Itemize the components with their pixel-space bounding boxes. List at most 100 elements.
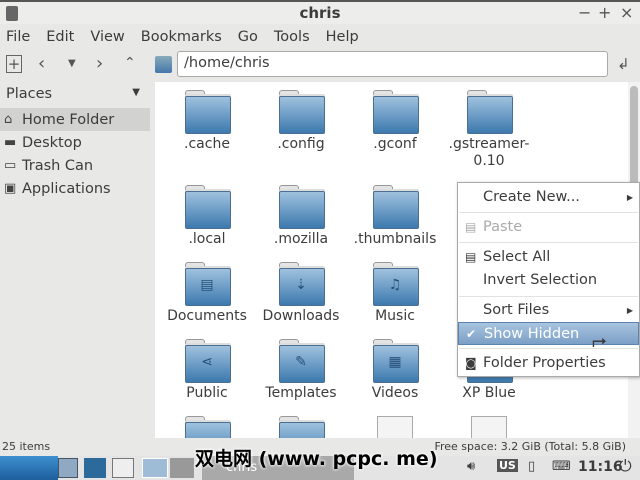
workspace-1[interactable] [142, 458, 168, 478]
menu-item-show-hidden[interactable]: ✔ Show Hidden [458, 322, 639, 345]
file-name: .cache [184, 136, 230, 152]
file-item[interactable]: .local [160, 185, 254, 248]
file-item[interactable] [254, 416, 348, 438]
select-all-icon: ▤ [465, 250, 477, 264]
sidebar-item-home[interactable]: ⌂ Home Folder [0, 108, 150, 131]
menu-tools[interactable]: Tools [274, 25, 310, 49]
file-item[interactable]: .mozilla [254, 185, 348, 248]
battery-icon[interactable]: ▯ [528, 459, 535, 474]
file-item[interactable]: .config [254, 90, 348, 153]
menu-item-sort-files[interactable]: Sort Files ▶ [458, 299, 639, 322]
sidebar-item-trash[interactable]: ▭ Trash Can [0, 154, 150, 177]
toolbar: + ‹ ▼ › ⌃ /home/chris ↲ [0, 49, 640, 80]
close-button[interactable]: × [620, 3, 633, 22]
file-name: .mozilla [273, 231, 329, 247]
new-tab-icon[interactable]: + [6, 55, 22, 73]
home-icon[interactable] [155, 56, 172, 73]
menu-separator [459, 212, 638, 213]
workspace-2[interactable] [170, 458, 194, 478]
file-item[interactable]: ⇣ Downloads [254, 262, 348, 325]
file-item[interactable]: .gconf [348, 90, 442, 153]
file-item[interactable] [442, 416, 536, 438]
back-icon[interactable]: ‹ [38, 53, 45, 74]
menu-bookmarks[interactable]: Bookmarks [141, 25, 222, 49]
menu-separator [459, 348, 638, 349]
keyboard-icon[interactable]: ⌨ [552, 459, 571, 474]
folder-icon: ✎ [279, 339, 325, 383]
menu-edit[interactable]: Edit [46, 25, 74, 49]
file-item[interactable] [348, 416, 442, 438]
file-item[interactable]: ♫ Music [348, 262, 442, 325]
sidebar-item-label: Trash Can [22, 157, 94, 174]
text-file-icon [471, 416, 507, 438]
file-item[interactable]: .thumbnails [348, 185, 442, 248]
menu-help[interactable]: Help [326, 25, 359, 49]
sidebar-item-label: Desktop [22, 134, 82, 151]
menu-item-label: Create New... [483, 189, 580, 205]
file-item[interactable]: .cache [160, 90, 254, 153]
file-item[interactable]: .gstreamer-0.10 [442, 90, 536, 170]
folder-icon: ⋖ [185, 339, 231, 383]
volume-icon[interactable]: 🔊︎ [467, 459, 475, 474]
start-menu-button[interactable] [0, 456, 58, 480]
scrollbar-thumb[interactable] [630, 86, 638, 186]
file-name: .local [188, 231, 226, 247]
menu-view[interactable]: View [90, 25, 124, 49]
window-launcher-icon[interactable] [112, 458, 134, 478]
watermark: 双电网 (www. pcpc. me) [195, 448, 438, 470]
folder-icon [373, 90, 419, 134]
maximize-button[interactable]: + [598, 3, 611, 22]
menu-item-select-all[interactable]: ▤ Select All [458, 246, 639, 269]
folder-icon [185, 90, 231, 134]
trash-icon: ▭ [4, 158, 17, 173]
history-dropdown-icon[interactable]: ▼ [68, 58, 76, 69]
forward-icon[interactable]: › [96, 53, 103, 74]
go-icon[interactable]: ↲ [617, 55, 630, 73]
applications-icon: ▣ [4, 181, 17, 196]
file-item[interactable] [160, 416, 254, 438]
browser-launcher-icon[interactable] [84, 458, 106, 478]
title-bar: chris − + × [0, 0, 640, 24]
file-item[interactable]: ✎ Templates [254, 339, 348, 402]
up-icon[interactable]: ⌃ [124, 55, 136, 71]
sidebar-item-applications[interactable]: ▣ Applications [0, 177, 150, 200]
path-input[interactable]: /home/chris [177, 51, 608, 77]
menu-item-invert-selection[interactable]: Invert Selection [458, 269, 639, 292]
minimize-button[interactable]: − [578, 3, 591, 22]
sidebar-item-label: Applications [22, 180, 111, 197]
paste-icon: ▤ [465, 220, 477, 234]
places-header[interactable]: Places ▼ [0, 82, 150, 108]
places-label: Places [6, 86, 53, 102]
file-item[interactable]: ▦ Videos [348, 339, 442, 402]
menu-go[interactable]: Go [238, 25, 258, 49]
menu-file[interactable]: File [6, 25, 30, 49]
file-item[interactable]: ⋖ Public [160, 339, 254, 402]
file-item[interactable]: ▤ Documents [160, 262, 254, 325]
menu-item-folder-properties[interactable]: ◙ Folder Properties [458, 352, 639, 375]
menu-item-create-new[interactable]: Create New... ▶ [458, 186, 639, 209]
file-name: .config [277, 136, 325, 152]
file-name: .gconf [373, 136, 417, 152]
file-name: Downloads [262, 308, 340, 324]
folder-icon [279, 416, 325, 438]
home-icon: ⌂ [4, 112, 13, 127]
sidebar-item-desktop[interactable]: ▬ Desktop [0, 131, 150, 154]
file-name: Music [375, 308, 415, 324]
folder-icon: ▦ [373, 339, 419, 383]
folder-icon: ▤ [185, 262, 231, 306]
file-manager-launcher-icon[interactable] [58, 458, 78, 478]
keyboard-layout[interactable]: US [497, 459, 518, 472]
power-icon[interactable]: ⏻ [619, 456, 632, 476]
check-icon: ✔ [466, 327, 477, 341]
sidebar-item-label: Home Folder [22, 111, 115, 128]
folder-icon: ⇣ [279, 262, 325, 306]
folder-icon [279, 90, 325, 134]
menu-separator [459, 242, 638, 243]
item-count: 25 items [2, 440, 51, 453]
menu-item-label: Sort Files [483, 302, 550, 318]
mouse-cursor-icon: ⮣ [592, 330, 607, 351]
file-name: .gstreamer-0.10 [448, 136, 530, 169]
window-title: chris [299, 4, 341, 22]
chevron-down-icon[interactable]: ▼ [132, 87, 140, 98]
menu-item-paste[interactable]: ▤ Paste [458, 216, 639, 239]
